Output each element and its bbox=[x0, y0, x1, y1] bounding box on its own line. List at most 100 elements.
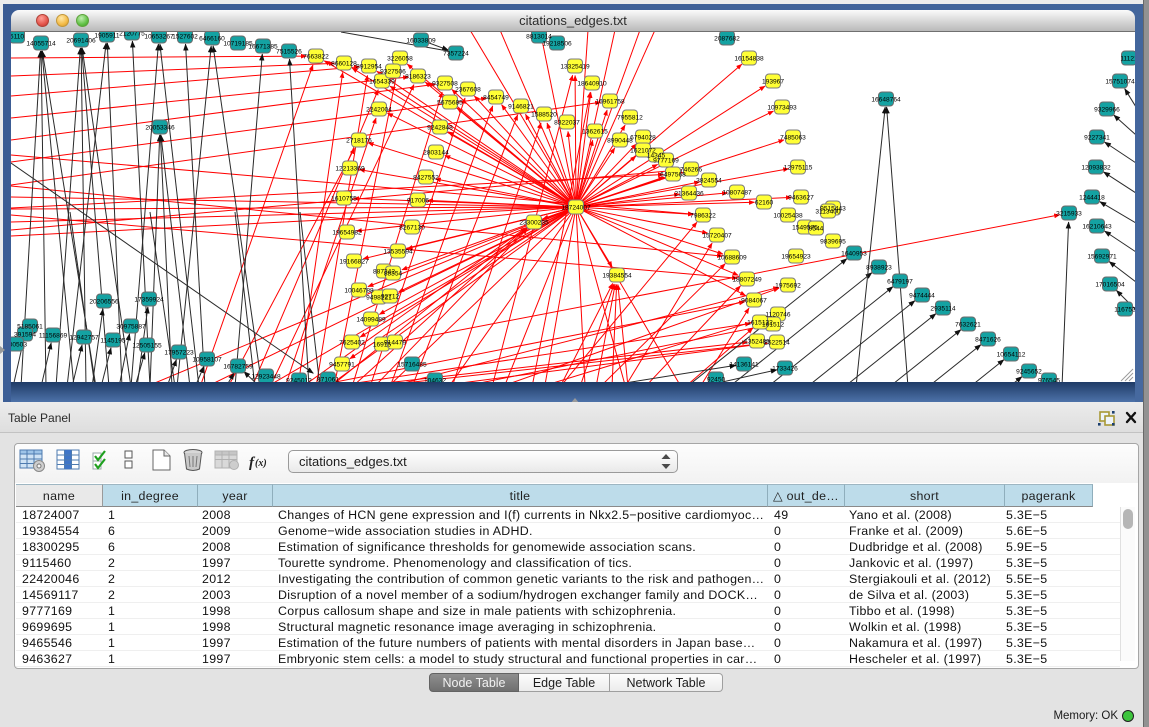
svg-text:1640953: 1640953 bbox=[841, 250, 867, 257]
svg-text:5185061: 5185061 bbox=[17, 323, 43, 330]
svg-text:16671385: 16671385 bbox=[248, 43, 278, 50]
svg-text:12213369: 12213369 bbox=[335, 165, 365, 172]
svg-text:18807249: 18807249 bbox=[732, 276, 762, 283]
svg-text:10807487: 10807487 bbox=[722, 189, 752, 196]
svg-text:9242848: 9242848 bbox=[427, 124, 453, 131]
svg-text:8813014: 8813014 bbox=[526, 33, 552, 40]
svg-text:3215933: 3215933 bbox=[1056, 210, 1082, 217]
svg-text:19654923: 19654923 bbox=[781, 253, 811, 260]
svg-text:19218506: 19218506 bbox=[542, 40, 572, 47]
svg-text:9839695: 9839695 bbox=[820, 238, 846, 245]
svg-text:9329966: 9329966 bbox=[1094, 106, 1120, 113]
svg-text:16154838: 16154838 bbox=[734, 55, 764, 62]
svg-text:2718176: 2718176 bbox=[346, 137, 372, 144]
svg-text:1588520: 1588520 bbox=[531, 111, 557, 118]
svg-text:11156869: 11156869 bbox=[39, 332, 68, 339]
svg-text:23300235: 23300235 bbox=[519, 219, 549, 226]
svg-text:10654112: 10654112 bbox=[997, 351, 1026, 358]
svg-text:116753: 116753 bbox=[1114, 306, 1135, 313]
svg-text:8454749: 8454749 bbox=[483, 94, 509, 101]
svg-text:10958107: 10958107 bbox=[192, 356, 222, 363]
svg-text:7632621: 7632621 bbox=[955, 321, 981, 328]
svg-text:10973493: 10973493 bbox=[767, 104, 797, 111]
svg-text:12942757: 12942757 bbox=[69, 334, 99, 341]
svg-text:12505155: 12505155 bbox=[132, 342, 162, 349]
svg-text:6479197: 6479197 bbox=[887, 278, 913, 285]
svg-text:3824554: 3824554 bbox=[696, 177, 722, 184]
svg-text:5675685: 5675685 bbox=[437, 99, 463, 106]
svg-text:8427552: 8427552 bbox=[413, 174, 439, 181]
svg-text:1244418: 1244418 bbox=[1079, 194, 1105, 201]
svg-text:10688609: 10688609 bbox=[717, 254, 747, 261]
svg-text:20053346: 20053346 bbox=[145, 124, 175, 131]
svg-text:6794028: 6794028 bbox=[630, 134, 656, 141]
svg-text:92712: 92712 bbox=[381, 293, 400, 300]
svg-text:7955812: 7955812 bbox=[617, 114, 643, 121]
svg-text:20691406: 20691406 bbox=[66, 37, 96, 44]
svg-text:17957223: 17957223 bbox=[164, 349, 194, 356]
svg-text:88354: 88354 bbox=[384, 270, 403, 277]
svg-text:9327506: 9327506 bbox=[380, 68, 406, 75]
svg-text:17359924: 17359924 bbox=[134, 296, 164, 303]
svg-text:16782759: 16782759 bbox=[223, 363, 253, 370]
svg-text:19654982: 19654982 bbox=[332, 229, 362, 236]
svg-text:14099489: 14099489 bbox=[356, 316, 386, 323]
svg-text:7663822: 7663822 bbox=[303, 53, 329, 60]
svg-text:130503: 130503 bbox=[11, 341, 27, 348]
svg-text:16961758: 16961758 bbox=[595, 98, 625, 105]
svg-text:1527602: 1527602 bbox=[172, 33, 198, 40]
svg-text:7357224: 7357224 bbox=[443, 50, 469, 57]
svg-text:8471626: 8471626 bbox=[975, 336, 1001, 343]
svg-text:2803144: 2803144 bbox=[423, 149, 449, 156]
svg-text:16648764: 16648764 bbox=[871, 96, 901, 103]
svg-text:9463627: 9463627 bbox=[788, 194, 814, 201]
svg-text:9457791: 9457791 bbox=[329, 361, 355, 368]
svg-text:1733426: 1733426 bbox=[772, 365, 798, 372]
svg-text:1352485: 1352485 bbox=[744, 338, 770, 345]
svg-text:10025438: 10025438 bbox=[773, 212, 803, 219]
svg-text:2367608: 2367608 bbox=[455, 86, 481, 93]
svg-text:10653267: 10653267 bbox=[144, 33, 174, 40]
svg-text:746266: 746266 bbox=[680, 166, 702, 173]
svg-text:7515526: 7515526 bbox=[276, 48, 302, 55]
svg-text:13535594: 13535594 bbox=[383, 248, 413, 255]
svg-text:6466160: 6466160 bbox=[199, 35, 225, 42]
svg-text:8660128: 8660128 bbox=[331, 60, 357, 67]
svg-text:193967: 193967 bbox=[762, 78, 784, 85]
svg-text:1905911: 1905911 bbox=[94, 32, 120, 39]
svg-text:391594: 391594 bbox=[14, 331, 36, 338]
svg-text:10046788: 10046788 bbox=[344, 287, 374, 294]
svg-text:3113400: 3113400 bbox=[815, 208, 841, 215]
svg-text:2935114: 2935114 bbox=[930, 305, 956, 312]
svg-text:9544: 9544 bbox=[809, 225, 824, 232]
svg-text:18640910: 18640910 bbox=[577, 80, 607, 87]
svg-text:(x): (x) bbox=[255, 458, 267, 469]
svg-text:11121: 11121 bbox=[1120, 55, 1135, 62]
svg-text:1610755: 1610755 bbox=[331, 195, 357, 202]
svg-text:7485063: 7485063 bbox=[780, 134, 806, 141]
svg-text:13325419: 13325419 bbox=[560, 63, 590, 70]
svg-text:1145195: 1145195 bbox=[100, 337, 126, 344]
svg-text:8267130: 8267130 bbox=[399, 224, 425, 231]
svg-text:9084067: 9084067 bbox=[741, 297, 767, 304]
svg-text:17016504: 17016504 bbox=[1095, 281, 1125, 288]
svg-text:8938923: 8938923 bbox=[866, 264, 892, 271]
svg-text:62160: 62160 bbox=[755, 199, 774, 206]
svg-text:19384554: 19384554 bbox=[602, 272, 632, 279]
svg-text:9245652: 9245652 bbox=[1016, 368, 1042, 375]
svg-text:16210643: 16210643 bbox=[1082, 223, 1112, 230]
svg-text:5110: 5110 bbox=[11, 33, 24, 40]
svg-text:14055714: 14055714 bbox=[26, 40, 56, 47]
svg-text:14136141: 14136141 bbox=[729, 361, 759, 368]
svg-text:9146821: 9146821 bbox=[508, 103, 534, 110]
svg-text:15720407: 15720407 bbox=[702, 232, 732, 239]
svg-text:8186323: 8186323 bbox=[405, 73, 431, 80]
svg-text:15692971: 15692971 bbox=[1087, 253, 1117, 260]
svg-text:1975692: 1975692 bbox=[775, 282, 801, 289]
svg-text:1654339: 1654339 bbox=[369, 78, 395, 85]
svg-text:2120775: 2120775 bbox=[119, 32, 145, 37]
svg-text:1362615: 1362615 bbox=[582, 128, 608, 135]
svg-text:9474444: 9474444 bbox=[909, 292, 935, 299]
svg-text:2242004: 2242004 bbox=[366, 106, 392, 113]
svg-text:16033809: 16033809 bbox=[406, 37, 436, 44]
